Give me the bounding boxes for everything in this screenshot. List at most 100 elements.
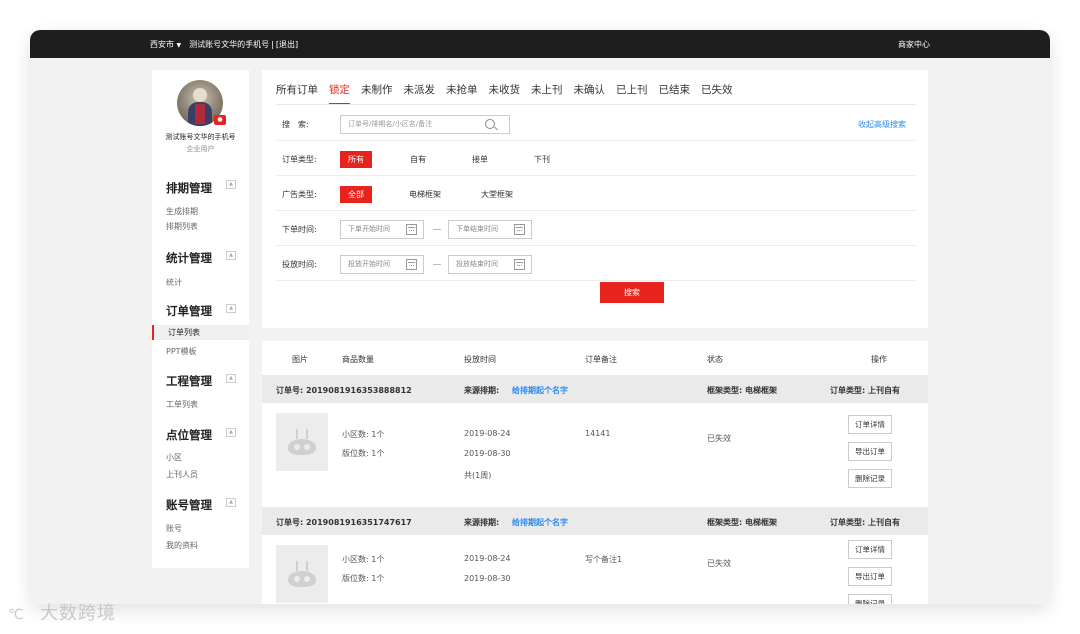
slot-count: 版位数: 1个 bbox=[342, 574, 385, 583]
community-count: 小区数: 1个 bbox=[342, 555, 385, 564]
menu-title-orders[interactable]: 订单管理 bbox=[166, 303, 212, 319]
column-header-quantity: 商品数量 bbox=[342, 355, 374, 364]
city-selector[interactable]: 西安市 ▼ bbox=[150, 39, 181, 50]
calendar-icon[interactable] bbox=[406, 259, 417, 270]
order-remark: 写个备注1 bbox=[585, 555, 623, 564]
order-type-own[interactable]: 自有 bbox=[410, 151, 426, 168]
menu-title-schedule[interactable]: 排期管理 bbox=[166, 180, 212, 196]
tab-not-published[interactable]: 未上刊 bbox=[531, 82, 563, 105]
ad-type-lobby-frame[interactable]: 大堂框架 bbox=[481, 186, 513, 203]
order-remark: 14141 bbox=[585, 429, 611, 438]
menu-title-points[interactable]: 点位管理 bbox=[166, 427, 212, 443]
tab-published[interactable]: 已上刊 bbox=[616, 82, 648, 105]
order-detail-button[interactable]: 订单详情 bbox=[848, 540, 892, 559]
collapse-icon[interactable]: ▲ bbox=[226, 180, 236, 189]
tab-ended[interactable]: 已结束 bbox=[659, 82, 691, 105]
sidebar-item-my-profile[interactable]: 我的资料 bbox=[166, 540, 198, 551]
range-dash bbox=[433, 229, 441, 230]
source-schedule-link[interactable]: 给排期起个名字 bbox=[512, 385, 568, 396]
source-schedule-link[interactable]: 给排期起个名字 bbox=[512, 517, 568, 528]
collapse-icon[interactable]: ▲ bbox=[226, 498, 236, 507]
placeholder-antenna bbox=[306, 561, 308, 571]
order-type-takedown[interactable]: 下刊 bbox=[534, 151, 550, 168]
tab-expired[interactable]: 已失效 bbox=[701, 82, 733, 105]
sidebar-item-community[interactable]: 小区 bbox=[166, 452, 182, 463]
order-thumbnail[interactable] bbox=[276, 413, 328, 471]
placeholder-eye bbox=[304, 444, 310, 450]
release-start-date-input[interactable]: 投放开始时间 bbox=[340, 255, 424, 274]
order-start-date-input[interactable]: 下单开始时间 bbox=[340, 220, 424, 239]
tab-not-confirmed[interactable]: 未确认 bbox=[574, 82, 606, 105]
placeholder-eye bbox=[294, 576, 300, 582]
placeholder-antenna bbox=[296, 429, 298, 439]
release-time-label: 投放时间: bbox=[282, 260, 317, 269]
release-end: 2019-08-30 bbox=[464, 449, 511, 458]
calendar-icon[interactable] bbox=[514, 224, 525, 235]
order-type-accepted[interactable]: 接单 bbox=[472, 151, 488, 168]
sidebar-item-generate-schedule[interactable]: 生成排期 bbox=[166, 206, 198, 217]
calendar-icon[interactable] bbox=[514, 259, 525, 270]
order-type-label: 订单类型: bbox=[282, 155, 317, 164]
release-time-row: 投放时间: 投放开始时间 投放结束时间 bbox=[276, 246, 916, 281]
order-start-placeholder: 下单开始时间 bbox=[348, 225, 390, 233]
source-schedule-label: 来源排期: bbox=[464, 386, 500, 395]
sidebar-item-schedule-list[interactable]: 排期列表 bbox=[166, 221, 198, 232]
logout-link[interactable]: [退出] bbox=[276, 39, 298, 50]
column-header-actions: 操作 bbox=[871, 355, 887, 364]
ad-type-elevator-frame[interactable]: 电梯框架 bbox=[409, 186, 441, 203]
table-header: 图片 商品数量 投放时间 订单备注 状态 操作 bbox=[262, 341, 928, 375]
menu-title-engineering[interactable]: 工程管理 bbox=[166, 373, 212, 389]
sidebar-item-stats[interactable]: 统计 bbox=[166, 277, 182, 288]
ad-type-row: 广告类型: 全部 电梯框架 大堂框架 bbox=[276, 176, 916, 211]
order-thumbnail[interactable] bbox=[276, 545, 328, 603]
tab-not-received[interactable]: 未收货 bbox=[489, 82, 521, 105]
order-type-all[interactable]: 所有 bbox=[340, 151, 372, 168]
collapse-icon[interactable]: ▲ bbox=[226, 251, 236, 260]
sidebar-item-order-list[interactable]: 订单列表 bbox=[152, 325, 249, 340]
delete-record-button[interactable]: 删除记录 bbox=[848, 594, 892, 604]
calendar-icon[interactable] bbox=[406, 224, 417, 235]
sidebar-item-ppt-template[interactable]: PPT模板 bbox=[166, 346, 197, 357]
tab-not-dispatched[interactable]: 未派发 bbox=[404, 82, 436, 105]
menu-title-stats[interactable]: 统计管理 bbox=[166, 250, 212, 266]
order-type-row: 订单类型: 所有 自有 接单 下刊 bbox=[276, 141, 916, 176]
collapse-icon[interactable]: ▲ bbox=[226, 374, 236, 383]
release-end-placeholder: 投放结束时间 bbox=[456, 260, 498, 268]
collapse-icon[interactable]: ▲ bbox=[226, 428, 236, 437]
order-end-date-input[interactable]: 下单结束时间 bbox=[448, 220, 532, 239]
range-dash bbox=[433, 264, 441, 265]
export-order-button[interactable]: 导出订单 bbox=[848, 567, 892, 586]
tab-locked[interactable]: 锁定 bbox=[329, 82, 350, 105]
filter-panel: 所有订单 锁定 未制作 未派发 未抢单 未收货 未上刊 未确认 已上刊 已结束 … bbox=[262, 70, 928, 328]
sidebar-item-installers[interactable]: 上刊人员 bbox=[166, 469, 198, 480]
menu-title-account[interactable]: 账号管理 bbox=[166, 497, 212, 513]
sidebar-item-work-orders[interactable]: 工单列表 bbox=[166, 399, 198, 410]
tab-not-produced[interactable]: 未制作 bbox=[361, 82, 393, 105]
search-label: 搜 索: bbox=[282, 120, 309, 129]
ad-type-all[interactable]: 全部 bbox=[340, 186, 372, 203]
sidebar: ● 测试账号文华的手机号 企业用户 排期管理 ▲ 生成排期 排期列表 统计管理 … bbox=[152, 70, 249, 568]
search-placeholder: 订单号/排期名/小区名/备注 bbox=[348, 120, 433, 128]
toggle-advanced-search-link[interactable]: 收起高级搜索 bbox=[858, 119, 906, 130]
delete-record-button[interactable]: 删除记录 bbox=[848, 469, 892, 488]
collapse-icon[interactable]: ▲ bbox=[226, 304, 236, 313]
tab-not-grabbed[interactable]: 未抢单 bbox=[446, 82, 478, 105]
order-time-row: 下单时间: 下单开始时间 下单结束时间 bbox=[276, 211, 916, 246]
order-detail-button[interactable]: 订单详情 bbox=[848, 415, 892, 434]
order-number: 订单号: 2019081916351747617 bbox=[276, 518, 412, 527]
search-button[interactable]: 搜索 bbox=[600, 282, 664, 303]
merchant-center-link[interactable]: 商家中心 bbox=[898, 39, 930, 50]
search-input[interactable]: 订单号/排期名/小区名/备注 bbox=[340, 115, 510, 134]
camera-icon[interactable]: ● bbox=[214, 115, 226, 125]
profile-name: 测试账号文华的手机号 bbox=[165, 133, 236, 141]
release-end-date-input[interactable]: 投放结束时间 bbox=[448, 255, 532, 274]
placeholder-antenna bbox=[306, 429, 308, 439]
order-header: 订单号: 2019081916351747617 来源排期: 给排期起个名字 框… bbox=[262, 507, 928, 535]
order-header: 订单号: 2019081916353888812 来源排期: 给排期起个名字 框… bbox=[262, 375, 928, 403]
image-placeholder-icon bbox=[288, 439, 316, 455]
search-icon[interactable] bbox=[485, 119, 495, 129]
export-order-button[interactable]: 导出订单 bbox=[848, 442, 892, 461]
sidebar-item-account[interactable]: 账号 bbox=[166, 523, 182, 534]
avatar-dress bbox=[195, 104, 205, 124]
tab-all-orders[interactable]: 所有订单 bbox=[276, 82, 318, 105]
